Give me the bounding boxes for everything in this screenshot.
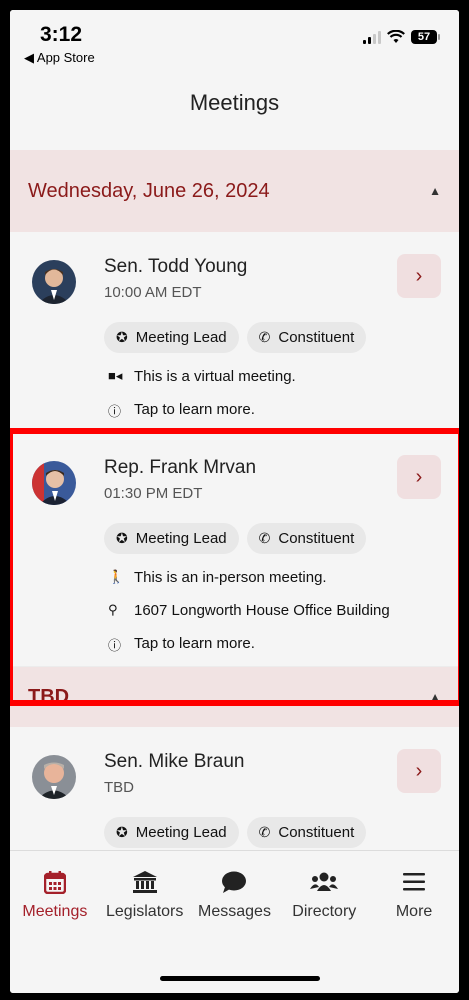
meeting-lead-chip: ✪ Meeting Lead [104, 817, 239, 848]
page-title: Meetings [189, 90, 280, 115]
avatar [32, 755, 76, 799]
tab-bar: Meetings Legislators Messages Directory … [10, 850, 459, 993]
meeting-card[interactable]: Rep. Frank Mrvan 01:30 PM EDT › ✪ Meetin… [10, 433, 459, 667]
tab-label: Messages [198, 903, 271, 920]
tab-meetings[interactable]: Meetings [11, 867, 99, 921]
location-pin-icon: ⚲ [108, 602, 118, 617]
chevron-right-icon: › [415, 264, 423, 287]
collapse-caret-icon[interactable]: ▲ [429, 184, 441, 198]
avatar [32, 260, 76, 304]
phone-screen: 3:12 ◀ App Store 57 Meetings Wednesday, … [10, 10, 459, 993]
location-row: ⚲ 1607 Longworth House Office Building [108, 602, 390, 619]
status-time: 3:12 [40, 23, 83, 46]
meeting-detail-button[interactable]: › [397, 749, 441, 793]
section-header-label: TBD [28, 685, 70, 708]
status-bar: 3:12 ◀ App Store 57 [10, 10, 459, 80]
back-to-app-store-link[interactable]: ◀ App Store [24, 50, 95, 66]
legislator-name: Rep. Frank Mrvan [104, 457, 257, 478]
star-badge-icon: ✪ [116, 329, 128, 345]
section-header-label: Wednesday, June 26, 2024 [28, 179, 270, 202]
meeting-time: 01:30 PM EDT [104, 485, 203, 502]
capitol-icon [101, 867, 189, 897]
legislator-name: Sen. Mike Braun [104, 751, 245, 772]
home-indicator[interactable] [160, 976, 320, 981]
battery-icon: 57 [411, 30, 440, 44]
meeting-card[interactable]: Sen. Todd Young 10:00 AM EDT › ✪ Meeting… [10, 232, 459, 433]
wifi-icon [387, 30, 405, 43]
meeting-detail-button[interactable]: › [397, 455, 441, 499]
meeting-time: TBD [104, 779, 134, 796]
constituent-chip: ✆ Constituent [246, 322, 367, 353]
meeting-type-row: ■◂ This is a virtual meeting. [108, 368, 296, 385]
status-icons: 57 [363, 30, 440, 44]
meetings-list[interactable]: Wednesday, June 26, 2024 ▲ Sen. Todd You… [10, 150, 459, 850]
meeting-card[interactable]: Sen. Mike Braun TBD › ✪ Meeting Lead ✆ C… [10, 727, 459, 850]
constituent-chip: ✆ Constituent [246, 523, 367, 554]
video-icon: ■◂ [108, 368, 123, 383]
signal-icon [363, 30, 381, 44]
chevron-right-icon: › [415, 465, 423, 488]
tab-legislators[interactable]: Legislators [101, 867, 189, 921]
star-badge-icon: ✪ [116, 824, 128, 840]
chat-bubble-icon [190, 867, 278, 897]
learn-more-row[interactable]: ⓘ Tap to learn more. [108, 400, 441, 420]
avatar [32, 461, 76, 505]
people-icon [280, 867, 368, 897]
section-header-tbd[interactable]: TBD ▲ [10, 667, 459, 727]
person-icon: 🚶 [108, 569, 125, 584]
tab-directory[interactable]: Directory [280, 867, 368, 921]
info-icon: ⓘ [108, 638, 122, 653]
meeting-type-row: 🚶 This is an in-person meeting. [108, 569, 327, 586]
legislator-name: Sen. Todd Young [104, 256, 248, 277]
meeting-detail-button[interactable]: › [397, 254, 441, 298]
calendar-icon [11, 867, 99, 897]
collapse-caret-icon[interactable]: ▲ [429, 690, 441, 704]
tab-messages[interactable]: Messages [190, 867, 278, 921]
phone-icon: ✆ [258, 824, 271, 840]
phone-icon: ✆ [258, 530, 271, 546]
meeting-lead-chip: ✪ Meeting Lead [104, 322, 239, 353]
chevron-right-icon: › [415, 759, 423, 782]
constituent-chip: ✆ Constituent [246, 817, 367, 848]
hamburger-menu-icon [370, 867, 458, 897]
info-icon: ⓘ [108, 404, 122, 419]
tab-label: Meetings [22, 903, 88, 920]
tab-label: Directory [292, 903, 357, 920]
meeting-lead-chip: ✪ Meeting Lead [104, 523, 239, 554]
tab-label: Legislators [106, 903, 184, 920]
star-badge-icon: ✪ [116, 530, 128, 546]
meeting-time: 10:00 AM EDT [104, 284, 202, 301]
learn-more-row[interactable]: ⓘ Tap to learn more. [108, 634, 441, 654]
phone-icon: ✆ [258, 329, 271, 345]
tab-more[interactable]: More [370, 867, 458, 921]
tab-label: More [395, 903, 433, 920]
section-header-date[interactable]: Wednesday, June 26, 2024 ▲ [10, 150, 459, 232]
